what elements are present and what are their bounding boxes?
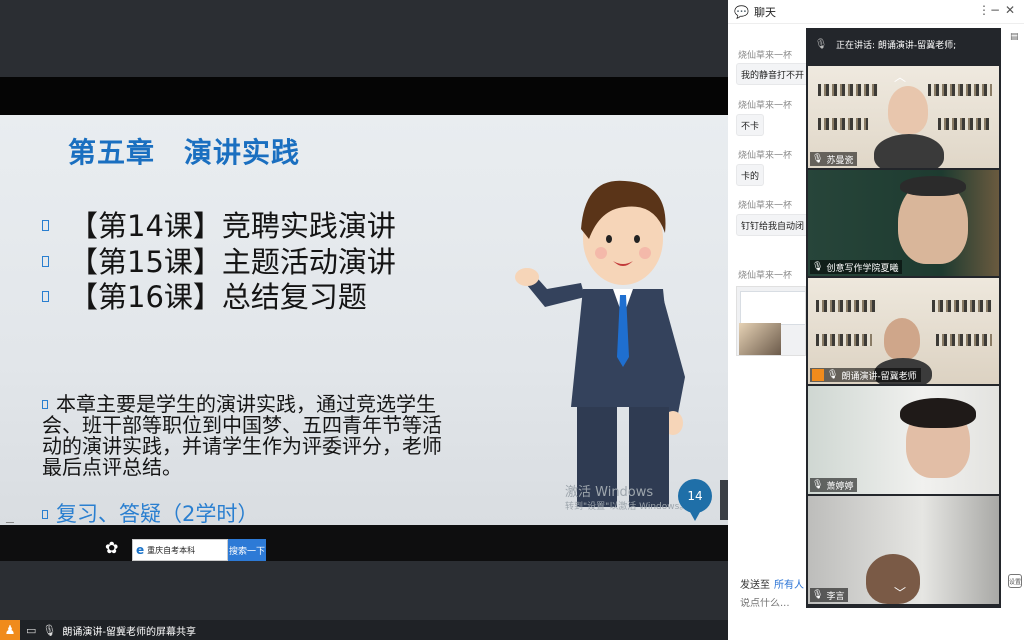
chat-title: 聊天 bbox=[753, 5, 776, 19]
host-avatar-icon: ♟ bbox=[0, 620, 20, 640]
windows-activation-watermark: 激活 Windows 转到"设置"以激活 Windows。 bbox=[565, 485, 688, 515]
message-bubble: 钉钉给我自动闭 bbox=[736, 214, 810, 236]
message-sender: 烧仙草来一杯 bbox=[738, 201, 793, 211]
message-bubble: 不卡 bbox=[736, 114, 764, 136]
participant-face bbox=[884, 318, 920, 360]
bookshelf bbox=[816, 334, 872, 346]
participant-name-label: 🎙 李言 bbox=[810, 588, 849, 602]
participant-name: 朗诵演讲-留冀老师 bbox=[841, 371, 917, 382]
mic-icon[interactable]: 🎙 bbox=[42, 624, 56, 637]
review-item: 复习、答疑（2学时） bbox=[42, 498, 258, 525]
mic-icon: 🎙 bbox=[812, 262, 824, 272]
send-to-label: 发送至 bbox=[740, 580, 770, 591]
share-scroll-handle[interactable] bbox=[720, 480, 728, 520]
screen-share-icon[interactable]: ▭ bbox=[26, 624, 36, 637]
bookshelf bbox=[818, 84, 878, 96]
bookshelf bbox=[932, 300, 992, 312]
screen-share-status-bar: ♟ ▭ 🎙 朗诵演讲-留冀老师的屏幕共享 bbox=[0, 620, 728, 640]
ie-icon: e bbox=[136, 543, 145, 557]
bookshelf bbox=[816, 300, 878, 312]
participant-video-column: 🎙 正在讲话: 朗诵演讲-留冀老师; ︿ 🎙 苏曼瓷 🎙 创意写作学院夏曦 🎙 … bbox=[806, 28, 1001, 608]
chat-bubble-icon: 💬 bbox=[734, 4, 749, 19]
video-tile-active-speaker[interactable]: 🎙 朗诵演讲-留冀老师 bbox=[808, 278, 999, 384]
slide-title: 第五章 演讲实践 bbox=[68, 136, 301, 169]
page-number-badge: 14 bbox=[678, 479, 712, 521]
watermark-line: 转到"设置"以激活 Windows。 bbox=[565, 502, 689, 512]
lesson-text: 【第14课】竞聘实践演讲 bbox=[69, 209, 396, 243]
chevron-down-icon[interactable]: ﹀ bbox=[894, 584, 906, 601]
participant-name-label: 🎙 苏曼瓷 bbox=[810, 152, 858, 166]
participant-hair bbox=[900, 398, 976, 428]
participant-name: 苏曼瓷 bbox=[826, 155, 854, 166]
message-sender: 烧仙草来一杯 bbox=[738, 51, 793, 61]
participant-name: 李言 bbox=[826, 591, 845, 602]
mic-icon: 🎙 bbox=[812, 480, 824, 490]
presentation-slide: 第五章 演讲实践 【第14课】竞聘实践演讲 【第15课】主题活动演讲 【第16课… bbox=[0, 115, 728, 525]
settings-icon[interactable]: 设置 bbox=[1008, 574, 1022, 588]
side-panel-toggle-icon[interactable]: ▤ bbox=[1010, 32, 1019, 42]
watermark-line: 激活 Windows bbox=[565, 485, 654, 500]
bookshelf bbox=[928, 84, 992, 96]
chat-input[interactable] bbox=[740, 598, 800, 609]
participant-name-label: 🎙 朗诵演讲-留冀老师 bbox=[810, 368, 921, 382]
desktop-taskbar: ✿ e 重庆自考本科 搜索一下 bbox=[0, 525, 728, 561]
message-bubble: 卡的 bbox=[736, 164, 764, 186]
chevron-up-icon[interactable]: ︿ bbox=[894, 68, 906, 85]
chat-header: 💬 聊天 ⋮ − ✕ bbox=[728, 0, 1024, 24]
mic-icon: 🎙 bbox=[812, 154, 824, 164]
bullet-icon bbox=[42, 290, 49, 302]
taskbar-search-box[interactable]: e 重庆自考本科 bbox=[132, 539, 228, 561]
mic-icon: 🎙 bbox=[814, 38, 828, 50]
image-thumbnail bbox=[740, 291, 805, 325]
screen-share-label: 朗诵演讲-留冀老师的屏幕共享 bbox=[62, 626, 196, 638]
share-letterbox-top bbox=[0, 77, 728, 115]
participant-face bbox=[866, 554, 920, 604]
message-sender: 烧仙草来一杯 bbox=[738, 271, 793, 281]
host-icon bbox=[812, 369, 824, 381]
search-button[interactable]: 搜索一下 bbox=[228, 539, 266, 561]
image-message[interactable] bbox=[736, 286, 806, 356]
participant-name: 萧婷婷 bbox=[826, 481, 854, 492]
participant-name: 创意写作学院夏曦 bbox=[826, 263, 899, 274]
app-logo-icon[interactable]: ✿ bbox=[105, 538, 118, 557]
bullet-icon bbox=[42, 400, 48, 409]
bullet-icon bbox=[42, 510, 48, 519]
bookshelf bbox=[936, 334, 992, 346]
message-sender: 烧仙草来一杯 bbox=[738, 101, 793, 111]
participant-body bbox=[874, 134, 944, 168]
minimize-icon[interactable]: − bbox=[990, 3, 1000, 17]
participant-hair bbox=[900, 176, 966, 196]
message-bubble: 我的静音打不开 bbox=[736, 63, 810, 85]
screen-share-area: 第五章 演讲实践 【第14课】竞聘实践演讲 【第15课】主题活动演讲 【第16课… bbox=[0, 0, 728, 640]
lesson-item: 【第16课】总结复习题 bbox=[42, 274, 367, 316]
active-speaker-label: 正在讲话: 朗诵演讲-留冀老师; bbox=[836, 40, 957, 51]
mic-icon: 🎙 bbox=[812, 590, 824, 600]
review-text: 复习、答疑（2学时） bbox=[56, 502, 259, 525]
bookshelf bbox=[938, 118, 992, 130]
mic-icon: 🎙 bbox=[827, 370, 839, 380]
close-icon[interactable]: ✕ bbox=[1005, 3, 1015, 17]
active-speaker-banner: 🎙 正在讲话: 朗诵演讲-留冀老师; bbox=[806, 28, 1001, 60]
bullet-icon bbox=[42, 219, 49, 231]
lesson-text: 【第16课】总结复习题 bbox=[69, 280, 367, 314]
video-tile[interactable]: 🎙 萧婷婷 bbox=[808, 386, 999, 494]
meeting-window: 第五章 演讲实践 【第14课】竞聘实践演讲 【第15课】主题活动演讲 【第16课… bbox=[0, 0, 1024, 640]
summary-text: 本章主要是学生的演讲实践，通过竞选学生会、班干部等职位到中国梦、五四青年节等活动… bbox=[42, 392, 442, 479]
bookshelf bbox=[818, 118, 868, 130]
message-sender: 烧仙草来一杯 bbox=[738, 151, 793, 161]
send-to-target: 所有人 bbox=[774, 580, 804, 591]
cartoon-presenter-illustration bbox=[515, 180, 685, 507]
participant-name-label: 🎙 创意写作学院夏曦 bbox=[810, 260, 903, 274]
more-options-icon[interactable]: ⋮ bbox=[978, 3, 990, 17]
participant-face bbox=[888, 86, 928, 134]
chapter-summary: 本章主要是学生的演讲实践，通过竞选学生会、班干部等职位到中国梦、五四青年节等活动… bbox=[42, 394, 442, 478]
bullet-icon bbox=[42, 255, 49, 267]
send-to-selector[interactable]: 发送至 所有人 bbox=[740, 576, 804, 591]
video-tile[interactable]: 🎙 创意写作学院夏曦 bbox=[808, 170, 999, 276]
image-thumbnail bbox=[739, 323, 781, 355]
participant-name-label: 🎙 萧婷婷 bbox=[810, 478, 858, 492]
search-text: 重庆自考本科 bbox=[147, 545, 196, 555]
